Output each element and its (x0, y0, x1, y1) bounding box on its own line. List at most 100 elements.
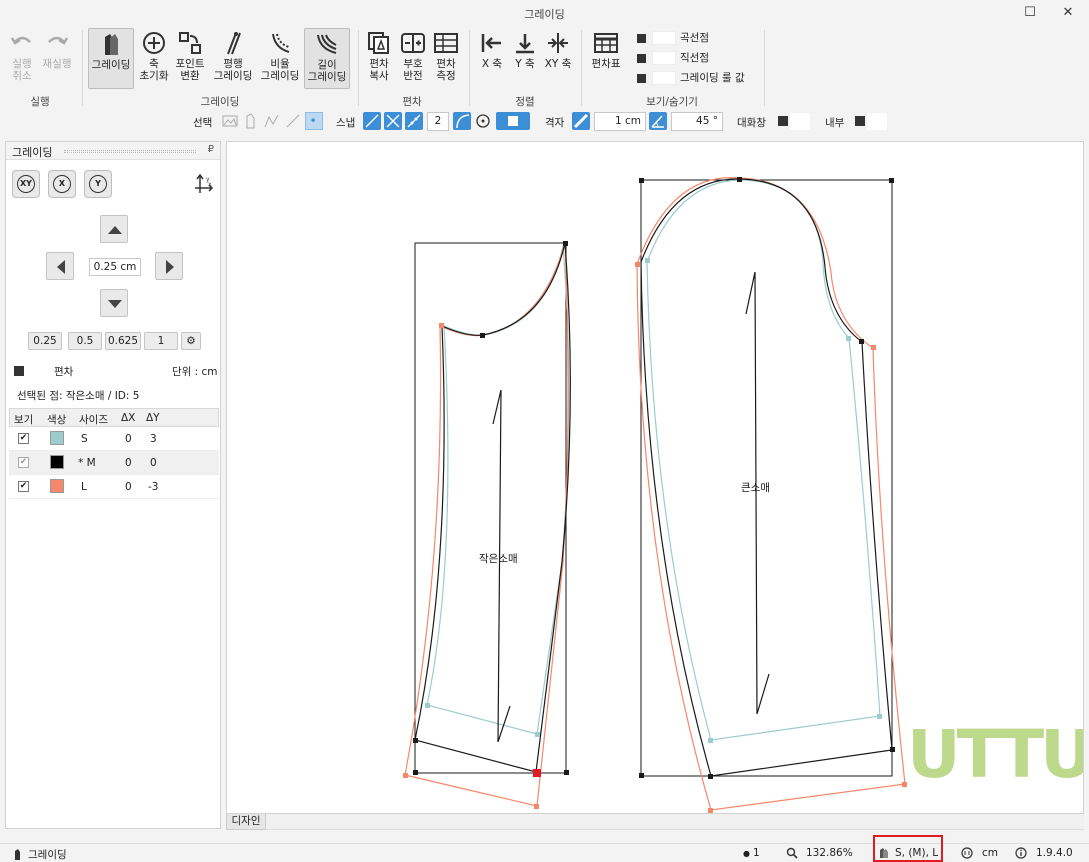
deviation-table-button[interactable]: 편차표 (588, 30, 624, 70)
straight-point[interactable] (425, 703, 430, 708)
deviation-toggle[interactable] (14, 366, 24, 376)
straight-point[interactable] (708, 738, 713, 743)
redo-button[interactable]: 재실행 (40, 30, 74, 70)
reset-x-button[interactable]: X (48, 170, 76, 198)
snap-line-button[interactable] (363, 112, 381, 130)
point-select-button[interactable] (305, 112, 323, 130)
grade-row-l[interactable]: ✔ L 0 -3 (9, 475, 219, 499)
move-down-button[interactable] (100, 289, 128, 317)
preset-0-5-button[interactable]: 0.5 (68, 332, 102, 350)
move-left-button[interactable] (46, 252, 74, 280)
snap-divide-button[interactable] (405, 112, 423, 130)
zoom-icon[interactable] (786, 847, 798, 859)
straight-point[interactable] (534, 804, 539, 809)
curve-point[interactable] (480, 333, 485, 338)
curve-point[interactable] (859, 339, 864, 344)
row-color-swatch[interactable] (50, 455, 64, 469)
straight-point[interactable] (890, 747, 895, 752)
align-xy-button[interactable]: XY 축 (542, 30, 574, 70)
toggle-curve-points[interactable]: 곡선점 (637, 29, 709, 47)
snap-intersection-button[interactable] (384, 112, 402, 130)
reset-y-button[interactable]: Y (84, 170, 112, 198)
straight-point[interactable] (564, 770, 569, 775)
dialog-toggle[interactable] (778, 116, 788, 126)
line-select-icon[interactable] (284, 112, 302, 130)
deviation-measure-button[interactable]: 편차 측정 (431, 30, 461, 82)
row-color-swatch[interactable] (50, 431, 64, 445)
snap-curve-button[interactable] (453, 112, 471, 130)
close-button[interactable]: ✕ (1057, 4, 1079, 22)
maximize-button[interactable]: ☐ (1019, 4, 1041, 22)
length-grading-button[interactable]: 길이 그레이딩 (304, 28, 350, 89)
image-select-icon[interactable] (221, 112, 239, 130)
curve-point[interactable] (737, 177, 742, 182)
toggle-grading-rule-values[interactable]: 그레이딩 룰 값 (637, 69, 745, 87)
row-dy[interactable]: 3 (150, 433, 157, 445)
inner-toggle[interactable] (855, 116, 865, 126)
reset-xy-button[interactable]: XY (12, 170, 40, 198)
grid-size-input[interactable]: 1 cm (594, 112, 646, 131)
curve-select-icon[interactable] (263, 112, 281, 130)
straight-point[interactable] (413, 738, 418, 743)
align-y-button[interactable]: Y 축 (510, 30, 540, 70)
parallel-grading-button[interactable]: 평행 그레이딩 (210, 30, 256, 82)
straight-point[interactable] (708, 774, 713, 779)
pin-icon[interactable]: ₽ (208, 144, 214, 155)
angle-button[interactable] (649, 112, 667, 130)
large-sleeve-m-outline[interactable] (640, 178, 893, 777)
large-sleeve-l-outline[interactable] (636, 177, 906, 811)
align-x-button[interactable]: X 축 (476, 30, 508, 70)
angle-input[interactable]: 45 ° (671, 112, 723, 131)
straight-point[interactable] (535, 732, 540, 737)
preset-0-25-button[interactable]: 0.25 (28, 332, 62, 350)
preset-0-625-button[interactable]: 0.625 (105, 332, 141, 350)
row-visibility-checkbox[interactable]: ✔ (18, 481, 29, 492)
row-dx[interactable]: 0 (125, 457, 132, 469)
curve-point[interactable] (871, 345, 876, 350)
move-up-button[interactable] (100, 215, 128, 243)
panel-grip[interactable] (64, 150, 196, 153)
preset-1-button[interactable]: 1 (144, 332, 178, 350)
snap-center-icon[interactable] (474, 112, 492, 130)
axis-reset-button[interactable]: 축 초기화 (137, 30, 171, 82)
row-dx[interactable]: 0 (125, 433, 132, 445)
tab-design[interactable]: 디자인 (226, 814, 266, 830)
sign-invert-button[interactable]: 부호 반전 (397, 30, 429, 82)
status-zoom[interactable]: 132.86% (806, 847, 853, 859)
pattern-select-icon[interactable] (242, 112, 260, 130)
point-convert-button[interactable]: 포인트 변환 (172, 30, 208, 82)
curve-point[interactable] (563, 241, 568, 246)
selected-point[interactable] (533, 769, 541, 777)
row-dy[interactable]: -3 (148, 481, 158, 493)
row-visibility-checkbox[interactable]: ✔ (18, 433, 29, 444)
axis-direction-icon[interactable]: yx (192, 172, 214, 194)
small-sleeve-m-outline[interactable] (414, 242, 571, 773)
straight-point[interactable] (889, 178, 894, 183)
curve-point[interactable] (846, 336, 851, 341)
row-color-swatch[interactable] (50, 479, 64, 493)
curve-point[interactable] (635, 262, 640, 267)
row-visibility-checkbox[interactable]: ✔ (18, 457, 29, 468)
snap-toggle-button[interactable] (496, 112, 530, 130)
undo-button[interactable]: 실행 취소 (6, 30, 38, 82)
ratio-grading-button[interactable]: 비율 그레이딩 (258, 30, 302, 82)
straight-point[interactable] (413, 770, 418, 775)
horizontal-scrollbar[interactable] (266, 814, 1084, 830)
grading-button[interactable]: 그레이딩 (88, 28, 134, 89)
deviation-copy-button[interactable]: 편차 복사 (364, 30, 394, 82)
straight-point[interactable] (403, 773, 408, 778)
row-dx[interactable]: 0 (125, 481, 132, 493)
step-size-input[interactable]: 0.25 cm (89, 258, 141, 276)
straight-point[interactable] (639, 178, 644, 183)
straight-point[interactable] (877, 714, 882, 719)
curve-point[interactable] (645, 258, 650, 263)
toggle-straight-points[interactable]: 직선점 (637, 49, 709, 67)
move-right-button[interactable] (155, 252, 183, 280)
grade-row-s[interactable]: ✔ S 0 3 (9, 427, 219, 451)
design-canvas[interactable]: 작은소매 큰소매 UTTU (226, 141, 1084, 814)
status-unit[interactable]: cm (982, 847, 998, 859)
curve-point[interactable] (439, 323, 444, 328)
row-dy[interactable]: 0 (150, 457, 157, 469)
pattern-drawing[interactable]: 작은소매 큰소매 (227, 142, 1084, 814)
preset-settings-button[interactable]: ⚙ (181, 332, 201, 350)
